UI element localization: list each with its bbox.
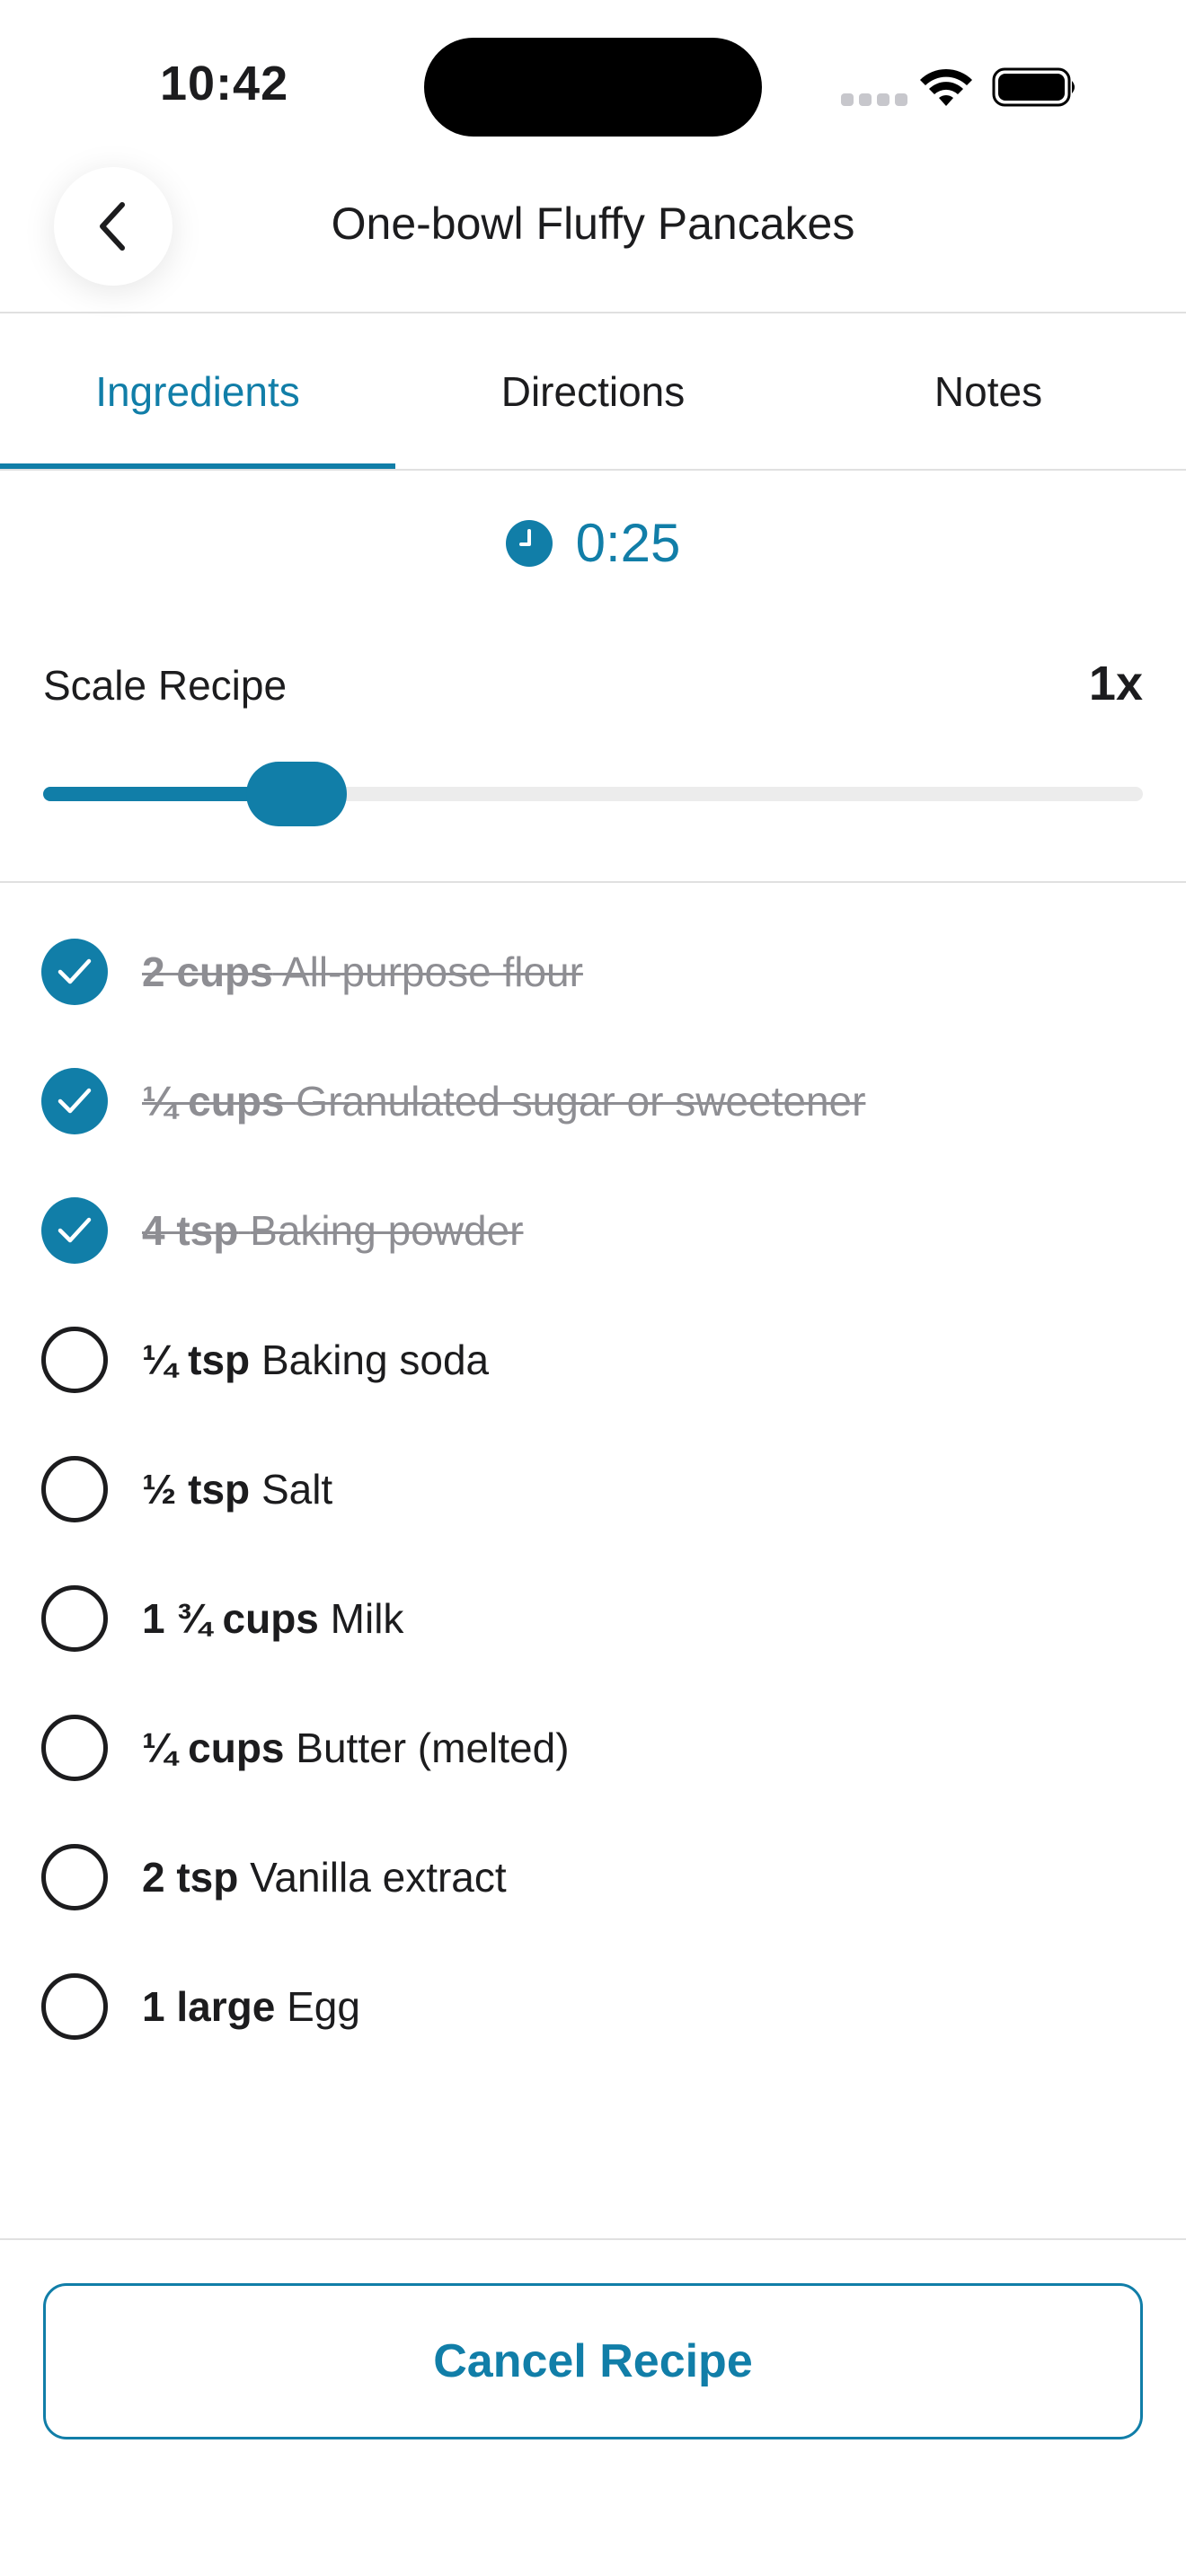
ingredient-item[interactable]: 1 large Egg <box>0 1942 1186 2071</box>
ingredient-quantity: 1 large <box>142 1983 276 2030</box>
dynamic-island <box>424 38 762 137</box>
ingredient-quantity: ¼ cups <box>142 1078 285 1125</box>
ingredient-item[interactable]: 4 tsp Baking powder <box>0 1166 1186 1295</box>
ingredient-text: 2 tsp Vanilla extract <box>142 1853 507 1901</box>
ingredient-item[interactable]: ¼ cups Butter (melted) <box>0 1683 1186 1813</box>
ingredient-quantity: ½ tsp <box>142 1466 251 1513</box>
ingredient-text: 2 cups All-purpose flour <box>142 948 583 996</box>
ingredient-name: Vanilla extract <box>250 1854 507 1901</box>
timer-value: 0:25 <box>575 513 681 573</box>
scale-divider <box>0 881 1186 883</box>
cancel-recipe-button[interactable]: Cancel Recipe <box>43 2283 1143 2439</box>
checkbox[interactable] <box>41 939 108 1005</box>
ingredient-text: ¼ cups Butter (melted) <box>142 1724 570 1772</box>
ingredient-quantity: 2 tsp <box>142 1854 239 1901</box>
ingredient-name: Salt <box>261 1466 333 1513</box>
ingredient-quantity: ¼ tsp <box>142 1337 251 1383</box>
ingredient-item[interactable]: ½ tsp Salt <box>0 1425 1186 1554</box>
tab-bar: Ingredients Directions Notes <box>0 314 1186 469</box>
ingredient-text: 4 tsp Baking powder <box>142 1206 523 1255</box>
tab-directions[interactable]: Directions <box>395 314 791 469</box>
tabs-divider <box>0 469 1186 471</box>
checkmark-icon <box>58 958 92 984</box>
ingredient-quantity: 4 tsp <box>142 1207 239 1254</box>
ingredient-quantity: 2 cups <box>142 948 273 995</box>
cellular-signal-icon <box>841 93 907 106</box>
ingredient-item[interactable]: 1 ¾ cups Milk <box>0 1554 1186 1683</box>
ingredient-item[interactable]: ¼ tsp Baking soda <box>0 1295 1186 1425</box>
header-divider <box>0 312 1186 313</box>
ingredient-name: Egg <box>287 1983 360 2030</box>
slider-thumb[interactable] <box>245 762 347 826</box>
ingredient-item[interactable]: 2 tsp Vanilla extract <box>0 1813 1186 1942</box>
ingredient-name: Butter (melted) <box>296 1725 570 1771</box>
ingredient-item[interactable]: 2 cups All-purpose flour <box>0 907 1186 1037</box>
checkmark-icon <box>58 1088 92 1114</box>
clock-icon <box>505 519 553 567</box>
scale-value: 1x <box>1088 657 1143 710</box>
ingredient-name: All-purpose flour <box>281 948 583 995</box>
tab-ingredients[interactable]: Ingredients <box>0 314 395 469</box>
scale-recipe-label: Scale Recipe <box>43 662 288 709</box>
ingredient-quantity: ¼ cups <box>142 1725 285 1771</box>
status-time: 10:42 <box>160 57 289 110</box>
ingredient-name: Milk <box>330 1595 404 1642</box>
ingredient-text: ¼ tsp Baking soda <box>142 1336 489 1384</box>
checkbox[interactable] <box>41 1715 108 1781</box>
page-title: One-bowl Fluffy Pancakes <box>331 198 855 249</box>
tab-notes[interactable]: Notes <box>791 314 1186 469</box>
checkbox[interactable] <box>41 1327 108 1393</box>
checkbox[interactable] <box>41 1197 108 1264</box>
scale-slider[interactable] <box>43 762 1143 826</box>
ingredient-quantity: 1 ¾ cups <box>142 1595 319 1642</box>
checkbox[interactable] <box>41 1456 108 1522</box>
ingredient-text: 1 large Egg <box>142 1982 360 2031</box>
timer: 0:25 <box>0 512 1186 574</box>
wifi-icon <box>920 68 972 106</box>
checkbox[interactable] <box>41 1973 108 2040</box>
ingredient-name: Baking soda <box>261 1337 490 1383</box>
checkmark-icon <box>58 1217 92 1243</box>
battery-icon <box>992 67 1075 107</box>
ingredient-list: 2 cups All-purpose flour ¼ cups Granulat… <box>0 907 1186 2071</box>
ingredient-item[interactable]: ¼ cups Granulated sugar or sweetener <box>0 1037 1186 1166</box>
checkbox[interactable] <box>41 1844 108 1910</box>
footer-divider <box>0 2238 1186 2240</box>
ingredient-name: Granulated sugar or sweetener <box>296 1078 866 1125</box>
checkbox[interactable] <box>41 1068 108 1134</box>
ingredient-text: ¼ cups Granulated sugar or sweetener <box>142 1077 865 1125</box>
ingredient-text: 1 ¾ cups Milk <box>142 1594 403 1643</box>
ingredient-name: Baking powder <box>250 1207 524 1254</box>
checkbox[interactable] <box>41 1585 108 1652</box>
ingredient-text: ½ tsp Salt <box>142 1465 332 1513</box>
